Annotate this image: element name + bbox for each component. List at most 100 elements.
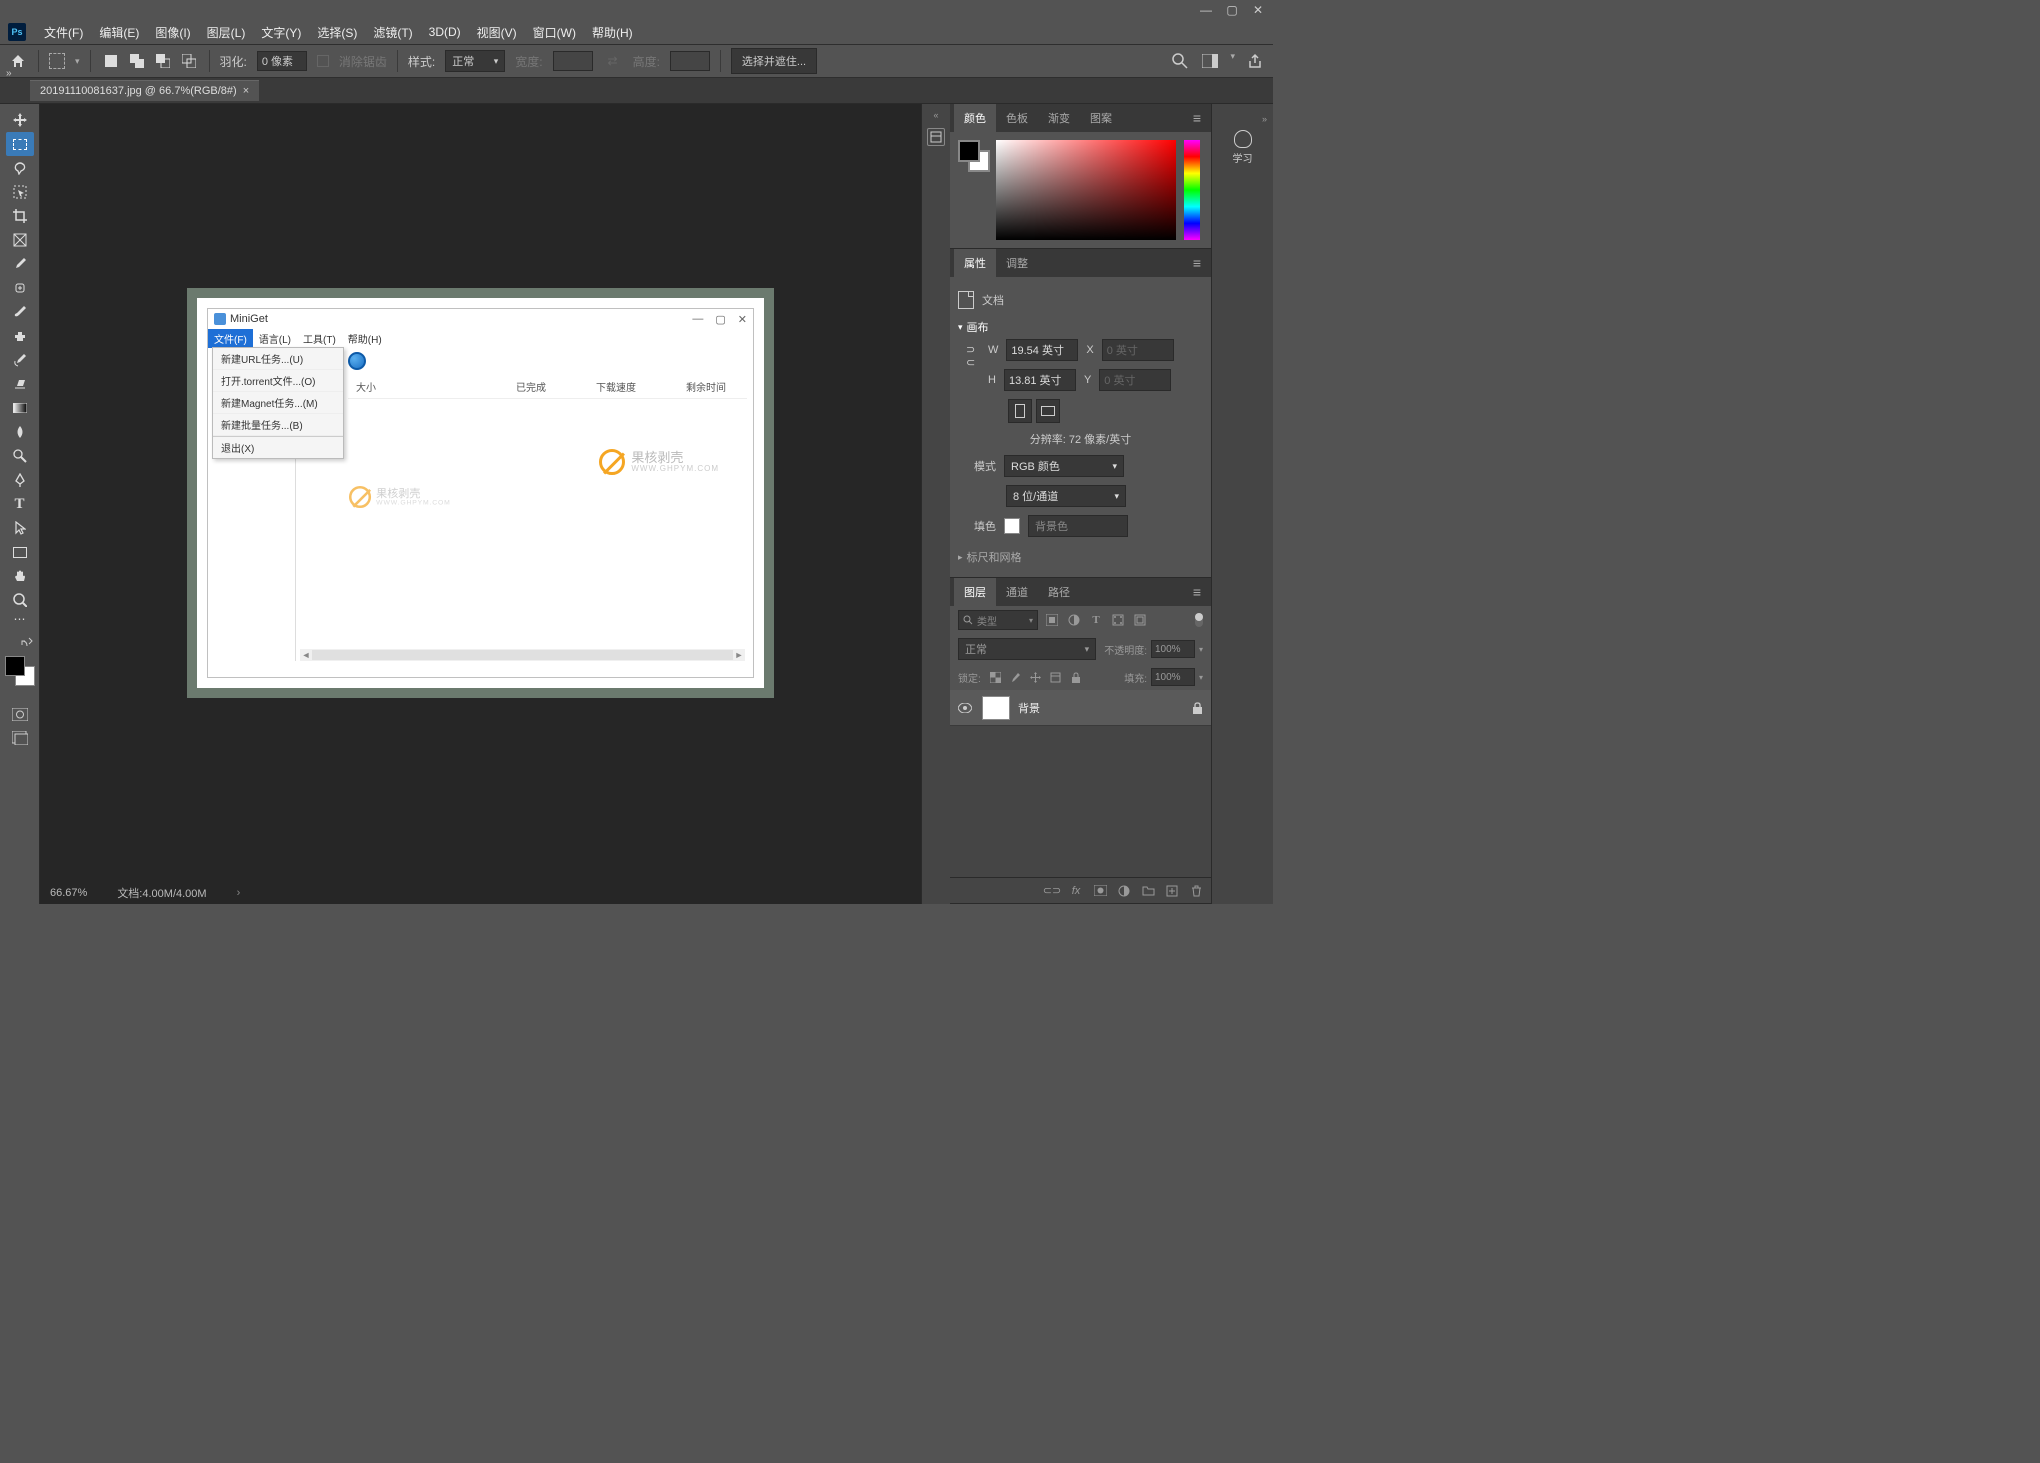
menu-filter[interactable]: 滤镜(T) (365, 20, 420, 45)
lasso-tool[interactable] (6, 156, 34, 180)
properties-tab[interactable]: 属性 (954, 249, 996, 277)
group-icon[interactable] (1141, 884, 1155, 898)
fill-opacity-input[interactable] (1151, 668, 1195, 686)
type-tool[interactable]: T (6, 492, 34, 516)
dodge-tool[interactable] (6, 444, 34, 468)
filter-adjustment-icon[interactable] (1066, 612, 1082, 628)
history-brush-tool[interactable] (6, 348, 34, 372)
color-fg-swatch[interactable] (958, 140, 980, 162)
collapse-handle-icon[interactable]: « (933, 110, 938, 120)
panel-menu-icon[interactable]: ≡ (1187, 255, 1207, 271)
gradient-tool[interactable] (6, 396, 34, 420)
adjustments-tab[interactable]: 调整 (996, 249, 1038, 277)
selection-add-icon[interactable] (127, 51, 147, 71)
hue-slider[interactable] (1184, 140, 1200, 240)
filter-smartobject-icon[interactable] (1132, 612, 1148, 628)
document-tab[interactable]: 20191110081637.jpg @ 66.7%(RGB/8#) × (30, 80, 259, 101)
layer-row[interactable]: 背景 (950, 690, 1211, 726)
brush-tool[interactable] (6, 300, 34, 324)
frame-tool[interactable] (6, 228, 34, 252)
antialias-checkbox[interactable] (317, 55, 329, 67)
zoom-value[interactable]: 66.67% (50, 887, 87, 899)
swatches-tab[interactable]: 色板 (996, 104, 1038, 132)
menu-help[interactable]: 帮助(H) (584, 20, 641, 45)
new-layer-icon[interactable] (1165, 884, 1179, 898)
layer-visibility-icon[interactable] (958, 703, 974, 713)
history-panel-icon[interactable] (927, 128, 945, 146)
orientation-landscape-button[interactable] (1036, 399, 1060, 423)
layer-mask-icon[interactable] (1093, 884, 1107, 898)
patterns-tab[interactable]: 图案 (1080, 104, 1122, 132)
lock-position-icon[interactable] (1029, 670, 1043, 684)
select-and-mask-button[interactable]: 选择并遮住... (731, 48, 817, 74)
menu-3d[interactable]: 3D(D) (421, 21, 469, 43)
path-selection-tool[interactable] (6, 516, 34, 540)
adjustment-layer-icon[interactable] (1117, 884, 1131, 898)
window-close-button[interactable]: ✕ (1251, 3, 1265, 17)
canvas-section[interactable]: ▾画布 (958, 315, 1203, 339)
color-mode-select[interactable]: RGB 颜色▾ (1004, 455, 1124, 477)
foreground-swatch[interactable] (5, 656, 25, 676)
delete-layer-icon[interactable] (1189, 884, 1203, 898)
layer-kind-filter[interactable]: 类型 ▾ (958, 610, 1038, 630)
fill-color-swatch[interactable] (1004, 518, 1020, 534)
opacity-input[interactable] (1151, 640, 1195, 658)
eyedropper-tool[interactable] (6, 252, 34, 276)
lock-pixels-icon[interactable] (1009, 670, 1023, 684)
layers-tab[interactable]: 图层 (954, 578, 996, 606)
link-layers-icon[interactable]: ⊂⊃ (1045, 884, 1059, 898)
bit-depth-select[interactable]: 8 位/通道▾ (1006, 485, 1126, 507)
menu-file[interactable]: 文件(F) (36, 20, 91, 45)
lock-transparency-icon[interactable] (989, 670, 1003, 684)
orientation-portrait-button[interactable] (1008, 399, 1032, 423)
screen-mode-icon[interactable] (6, 726, 34, 750)
filter-toggle[interactable] (1195, 613, 1203, 627)
toolbar-expand-icon[interactable]: » (6, 68, 20, 79)
color-picker-field[interactable] (996, 140, 1176, 240)
width-input[interactable] (1006, 339, 1078, 361)
channels-tab[interactable]: 通道 (996, 578, 1038, 606)
layer-thumbnail[interactable] (982, 696, 1010, 720)
menu-type[interactable]: 文字(Y) (253, 20, 309, 45)
learn-button[interactable]: 学习 (1233, 130, 1253, 165)
menu-view[interactable]: 视图(V) (469, 20, 525, 45)
eraser-tool[interactable] (6, 372, 34, 396)
close-tab-icon[interactable]: × (243, 85, 249, 97)
layer-name[interactable]: 背景 (1018, 700, 1184, 716)
lock-all-icon[interactable] (1069, 670, 1083, 684)
canvas[interactable]: MiniGet — ▢ ✕ 文件(F) 语言(L) 工具(T) (187, 288, 774, 698)
panel-menu-icon[interactable]: ≡ (1187, 110, 1207, 126)
lock-artboard-icon[interactable] (1049, 670, 1063, 684)
swap-colors-icon[interactable] (5, 636, 35, 650)
height-input[interactable] (1004, 369, 1076, 391)
selection-subtract-icon[interactable] (153, 51, 173, 71)
crop-tool[interactable] (6, 204, 34, 228)
filter-pixel-icon[interactable] (1044, 612, 1060, 628)
zoom-tool[interactable] (6, 588, 34, 612)
layer-lock-icon[interactable] (1192, 702, 1203, 714)
window-maximize-button[interactable]: ▢ (1225, 3, 1239, 17)
collapse-handle-icon[interactable]: » (1262, 114, 1267, 124)
menu-window[interactable]: 窗口(W) (525, 20, 584, 45)
paths-tab[interactable]: 路径 (1038, 578, 1080, 606)
selection-intersect-icon[interactable] (179, 51, 199, 71)
object-selection-tool[interactable] (6, 180, 34, 204)
move-tool[interactable] (6, 108, 34, 132)
hand-tool[interactable] (6, 564, 34, 588)
filter-shape-icon[interactable] (1110, 612, 1126, 628)
chevron-down-icon[interactable]: ▾ (1230, 51, 1235, 71)
quick-mask-icon[interactable] (6, 702, 34, 726)
marquee-preset-icon[interactable] (49, 53, 65, 69)
blend-mode-select[interactable]: 正常▾ (958, 638, 1096, 660)
healing-brush-tool[interactable] (6, 276, 34, 300)
selection-new-icon[interactable] (101, 51, 121, 71)
window-minimize-button[interactable]: — (1199, 3, 1213, 17)
menu-edit[interactable]: 编辑(E) (91, 20, 147, 45)
color-tab[interactable]: 颜色 (954, 104, 996, 132)
status-chevron-icon[interactable]: › (237, 887, 241, 899)
filter-type-icon[interactable]: T (1088, 612, 1104, 628)
search-icon[interactable] (1170, 51, 1190, 71)
rectangle-tool[interactable] (6, 540, 34, 564)
clone-stamp-tool[interactable] (6, 324, 34, 348)
style-select[interactable]: 正常▾ (445, 50, 505, 72)
